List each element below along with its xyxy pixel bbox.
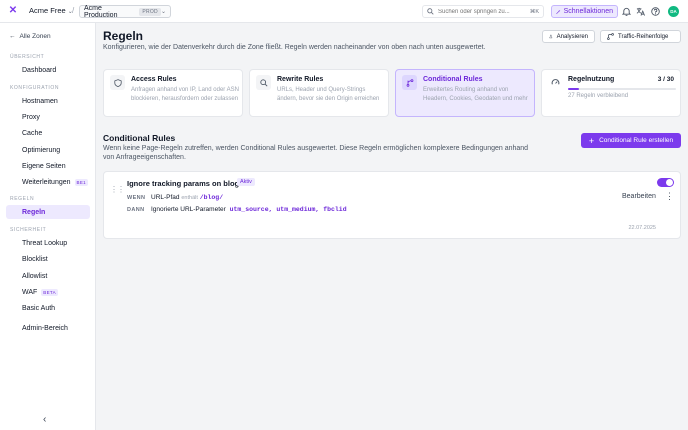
sidebar-item-basic-auth[interactable]: Basic Auth — [6, 301, 90, 315]
top-bar: ✕ Acme Free⌄ / Acme Production PROD ⌄ ⌘K… — [0, 0, 688, 23]
then-action-name: Ignorierte URL-Parameter — [151, 206, 226, 213]
page-subtitle: Konfigurieren, wie der Datenverkehr durc… — [103, 44, 486, 51]
sidebar-item-pages[interactable]: Eigene Seiten — [6, 159, 90, 173]
when-value: /blog/ — [199, 194, 224, 201]
gauge-icon — [548, 75, 563, 90]
traffic-order-button[interactable]: Traffic-Reihenfolge — [600, 30, 681, 43]
analyze-button[interactable]: Analysieren — [542, 30, 595, 43]
rule-card: ⋮⋮ Ignore tracking params on blog Aktiv … — [103, 171, 681, 239]
waf-label: WAF — [22, 288, 38, 296]
card-title: Access Rules — [131, 76, 177, 83]
section-title: Conditional Rules — [103, 133, 176, 143]
card-rewrite-rules[interactable]: Rewrite Rules URLs, Header und Query-Str… — [249, 69, 389, 117]
sidebar-item-hostnames[interactable]: Hostnamen — [6, 94, 90, 108]
rule-date: 22.07.2025 — [628, 225, 656, 231]
section-config: KONFIGURATION — [10, 85, 60, 91]
avatar[interactable]: DA — [668, 6, 679, 17]
section-overview: ÜBERSICHT — [10, 54, 45, 60]
sidebar-item-blocklist[interactable]: Blocklist — [6, 252, 90, 266]
sidebar-item-waf[interactable]: WAF BETA — [6, 285, 90, 299]
card-description: Anfragen anhand von IP, Land oder ASN bl… — [131, 87, 239, 102]
branch-icon — [402, 75, 417, 90]
page-title: Regeln — [103, 29, 144, 43]
sidebar-item-redirects[interactable]: Weiterleitungen BE1 — [6, 175, 90, 189]
bell-icon[interactable] — [622, 7, 631, 16]
usage-count: 3 / 30 — [657, 76, 674, 83]
when-condition: URL-Pfad enthält /blog/ — [151, 194, 223, 201]
zone-badge: PROD — [139, 7, 161, 16]
zone-switcher[interactable]: Acme Production PROD ⌄ — [79, 4, 171, 19]
card-access-rules[interactable]: Access Rules Anfragen anhand von IP, Lan… — [103, 69, 243, 117]
then-action: Ignorierte URL-Parameter utm_source, utm… — [151, 206, 347, 213]
analyze-label: Analysieren — [556, 33, 588, 40]
sidebar-item-threat-lookup[interactable]: Threat Lookup — [6, 236, 90, 250]
shield-icon — [110, 75, 125, 90]
redirects-label: Weiterleitungen — [22, 178, 71, 186]
logo-icon[interactable]: ✕ — [8, 6, 18, 16]
usage-title: Regelnutzung — [568, 76, 615, 83]
section-security: SICHERHEIT — [10, 227, 47, 233]
zone-name: Acme Production — [84, 4, 118, 19]
create-label: Conditional Rule erstellen — [599, 137, 674, 144]
search-input[interactable] — [438, 8, 526, 15]
sidebar-item-dashboard[interactable]: Dashboard — [6, 63, 90, 77]
help-icon[interactable] — [651, 7, 660, 16]
translate-icon[interactable] — [636, 7, 645, 16]
sidebar: ← Alle Zonen ÜBERSICHT Dashboard KONFIGUR… — [0, 23, 96, 430]
usage-progress-bar — [568, 88, 676, 90]
card-description: URLs, Header und Query-Strings ändern, b… — [277, 87, 380, 102]
back-label: Alle Zonen — [19, 33, 51, 40]
beta-badge: BE1 — [74, 178, 88, 186]
quick-actions-button[interactable]: Schnellaktionen — [551, 5, 618, 18]
search-icon — [256, 75, 271, 90]
wand-icon — [556, 9, 561, 14]
usage-remaining: 27 Regeln verbleibend — [568, 93, 629, 99]
when-operator: enthält — [181, 195, 198, 201]
search-icon — [427, 8, 434, 15]
plus-icon: + — [588, 135, 595, 146]
org-switcher[interactable]: Acme Free ⌄ — [29, 6, 73, 15]
more-options-icon[interactable]: ⋮ — [665, 191, 674, 202]
flask-icon — [549, 34, 553, 39]
beta-badge: BETA — [41, 288, 58, 296]
sidebar-item-allowlist[interactable]: Allowlist — [6, 269, 90, 283]
card-conditional-rules[interactable]: Conditional Rules Erweitertes Routing an… — [395, 69, 535, 117]
then-value: utm_source, utm_medium, fbclid — [229, 206, 347, 213]
shortcut-hint: ⌘K — [529, 8, 539, 15]
create-conditional-rule-button[interactable]: + Conditional Rule erstellen — [581, 133, 681, 148]
route-icon — [607, 33, 614, 40]
card-rule-usage: Regelnutzung 3 / 30 27 Regeln verbleiben… — [541, 69, 681, 117]
arrow-left-icon: ← — [9, 33, 16, 40]
status-badge: Aktiv — [237, 178, 255, 186]
sidebar-item-admin[interactable]: Admin-Bereich — [6, 321, 90, 335]
collapse-sidebar-icon[interactable]: ‹ — [43, 414, 46, 425]
card-description: Erweitertes Routing anhand von Headern, … — [423, 87, 528, 102]
card-title: Conditional Rules — [423, 76, 483, 83]
then-label: DANN — [127, 207, 145, 213]
section-rules: REGELN — [10, 196, 35, 202]
traffic-order-label: Traffic-Reihenfolge — [618, 33, 669, 40]
quick-actions-label: Schnellaktionen — [563, 8, 613, 15]
sidebar-item-rules[interactable]: Regeln — [6, 205, 90, 219]
back-to-zones-link[interactable]: ← Alle Zonen — [9, 33, 51, 40]
rule-name: Ignore tracking params on blog — [127, 179, 240, 188]
org-name: Acme Free — [29, 6, 66, 15]
usage-progress-fill — [568, 88, 579, 90]
sidebar-item-cache[interactable]: Cache — [6, 126, 90, 140]
when-label: WENN — [127, 195, 146, 201]
section-description: Wenn keine Page-Regeln zutreffen, werden… — [103, 145, 529, 161]
breadcrumb-separator: / — [72, 6, 75, 15]
search-box[interactable]: ⌘K — [422, 5, 544, 18]
sidebar-item-proxy[interactable]: Proxy — [6, 110, 90, 124]
sidebar-item-optimization[interactable]: Optimierung — [6, 143, 90, 157]
edit-button[interactable]: Bearbeiten — [622, 193, 656, 200]
when-field: URL-Pfad — [151, 194, 180, 201]
chevron-down-icon: ⌄ — [160, 9, 166, 15]
card-title: Rewrite Rules — [277, 76, 324, 83]
drag-handle-icon[interactable]: ⋮⋮ — [110, 186, 125, 194]
rule-toggle[interactable] — [657, 178, 674, 187]
